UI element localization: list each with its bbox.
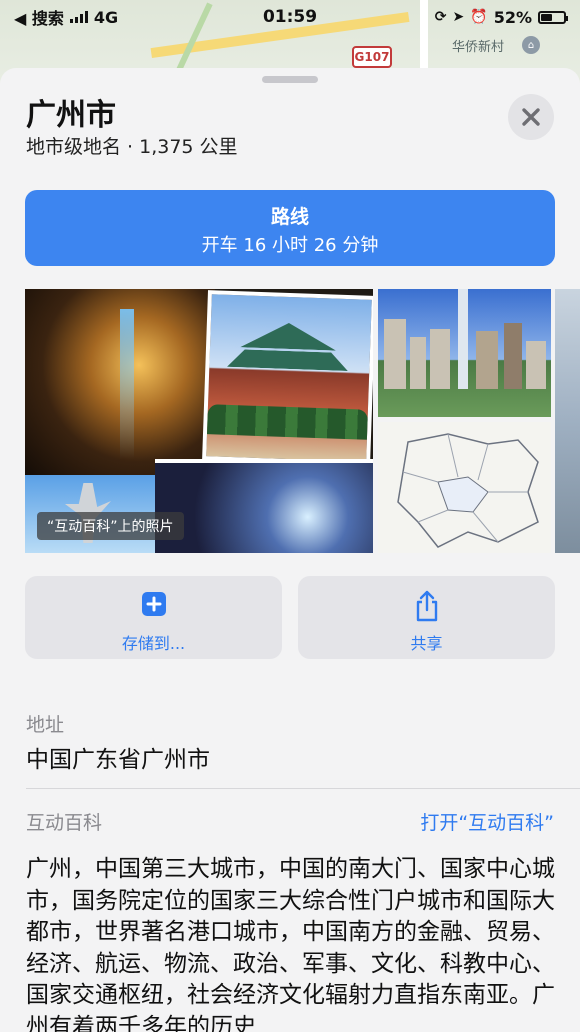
add-square-icon [141, 592, 166, 616]
road-shield-badge: G107 [352, 46, 392, 68]
address-value: 中国广东省广州市 [26, 747, 210, 773]
photo-light-show [155, 459, 373, 553]
wiki-section-label: 互动百科 [26, 812, 103, 834]
battery-percent: 52% [493, 7, 532, 27]
place-title: 广州市 [26, 98, 116, 133]
share-label: 共享 [410, 634, 443, 653]
share-icon [416, 590, 437, 622]
rotation-lock-icon: ⟳ [434, 9, 447, 25]
poi-pin-icon[interactable]: ⌂ [522, 36, 540, 54]
map-place-label: 华侨新村 [452, 40, 505, 55]
save-to-button[interactable]: 存储到... [25, 576, 282, 659]
photo-district-map[interactable] [378, 422, 551, 553]
status-time: 01:59 [262, 7, 318, 27]
share-button[interactable]: 共享 [298, 576, 555, 659]
battery-level-fill [541, 13, 552, 21]
place-subtitle: 地市级地名 · 1,375 公里 [26, 136, 238, 158]
address-label: 地址 [26, 714, 65, 736]
back-to-app-link[interactable]: ◀ 搜索 [14, 5, 64, 29]
open-wiki-link[interactable]: 打开“互动百科” [420, 808, 554, 835]
route-drive-time: 开车 16 小时 26 分钟 [201, 235, 379, 256]
location-arrow-icon: ➤ [452, 9, 465, 25]
photo-source-caption: “互动百科”上的照片 [37, 512, 184, 540]
close-icon [522, 108, 540, 126]
photo-gallery[interactable]: “互动百科”上的照片 [25, 289, 580, 553]
save-to-label: 存储到... [121, 634, 186, 653]
cellular-signal-icon [69, 11, 88, 23]
close-button[interactable] [508, 94, 554, 140]
sheet-grabber-handle[interactable] [262, 76, 318, 83]
photo-collage[interactable]: “互动百科”上的照片 [25, 289, 373, 553]
battery-icon [538, 10, 568, 24]
place-card-sheet: 广州市 地市级地名 · 1,375 公里 路线 开车 16 小时 26 分钟 “… [0, 68, 580, 1032]
photo-city-aerial[interactable] [555, 289, 580, 553]
photo-skyline[interactable] [378, 289, 551, 417]
route-button[interactable]: 路线 开车 16 小时 26 分钟 [25, 190, 555, 266]
photo-memorial-hall [202, 290, 373, 466]
alarm-icon: ⏰ [470, 9, 488, 25]
section-divider [26, 788, 580, 789]
photo-night-city [25, 289, 215, 479]
status-bar: ◀ 搜索 4G 01:59 ⟳ ➤ ⏰ 52% [0, 0, 580, 34]
route-label: 路线 [270, 206, 309, 228]
network-type: 4G [93, 7, 119, 27]
wiki-summary-text: 广州，中国第三大城市，中国的南大门、国家中心城市，国务院定位的国家三大综合性门户… [26, 856, 555, 1032]
